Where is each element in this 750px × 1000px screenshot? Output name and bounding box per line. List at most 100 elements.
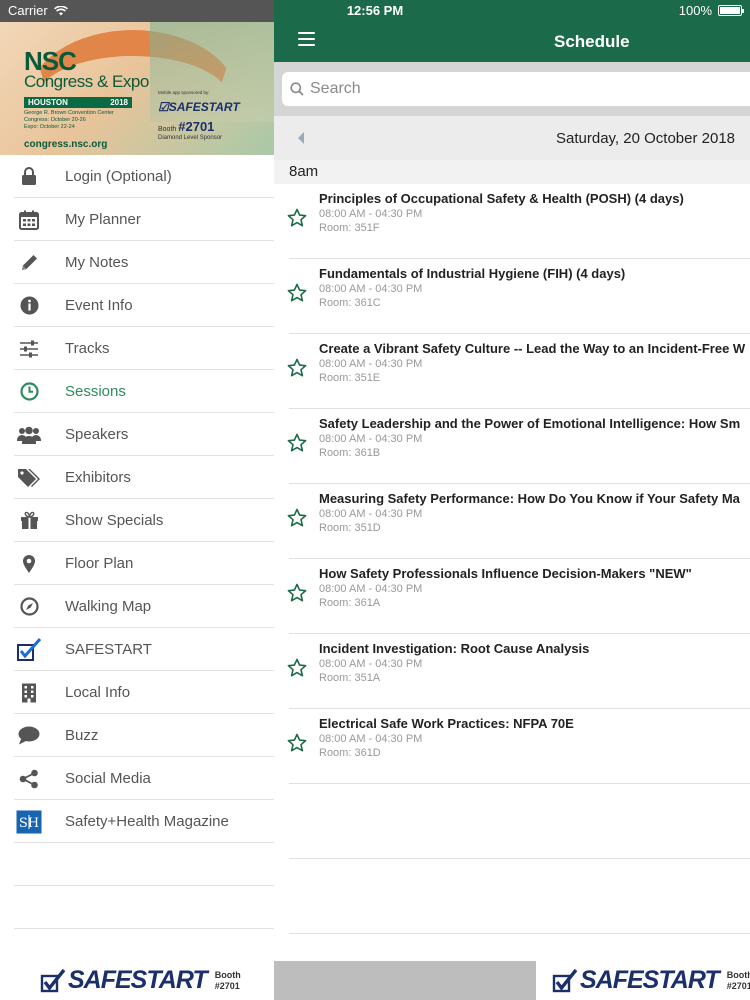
check-box-icon bbox=[40, 968, 66, 992]
menu-empty-row bbox=[0, 843, 274, 886]
session-empty-row bbox=[274, 859, 750, 934]
time-group-header: 8am bbox=[274, 160, 750, 184]
menu-item-login[interactable]: Login (Optional) bbox=[0, 155, 274, 198]
menu-item-tracks[interactable]: Tracks bbox=[0, 327, 274, 370]
menu-item-my-notes[interactable]: My Notes bbox=[0, 241, 274, 284]
battery-icon bbox=[718, 5, 744, 16]
star-icon[interactable] bbox=[287, 283, 307, 303]
session-room: Room: 351F bbox=[319, 222, 380, 234]
clock-icon bbox=[14, 380, 44, 404]
share-icon bbox=[14, 767, 44, 791]
menu-label: My Notes bbox=[65, 254, 129, 271]
menu-item-sessions[interactable]: Sessions bbox=[0, 370, 274, 413]
lock-icon bbox=[14, 165, 44, 189]
footer-grey-strip bbox=[274, 961, 536, 1000]
star-icon[interactable] bbox=[287, 508, 307, 528]
battery-percent: 100% bbox=[678, 3, 712, 18]
search-icon bbox=[290, 82, 304, 96]
banner-booth: Booth #2701 bbox=[158, 119, 215, 134]
footer-booth-label: Booth bbox=[726, 969, 750, 980]
banner-venue-details: George R. Brown Convention Center Congre… bbox=[24, 110, 144, 131]
safestart-check-icon bbox=[14, 637, 44, 662]
menu-item-buzz[interactable]: Buzz bbox=[0, 714, 274, 757]
event-banner[interactable]: NSC Congress & Expo HOUSTON 2018 George … bbox=[0, 22, 274, 155]
sponsor-footer-right[interactable]: SAFESTART Booth #2701 bbox=[552, 961, 750, 1000]
session-row[interactable]: Safety Leadership and the Power of Emoti… bbox=[274, 409, 750, 484]
menu-label: Sessions bbox=[65, 383, 126, 400]
star-icon[interactable] bbox=[287, 208, 307, 228]
star-icon[interactable] bbox=[287, 358, 307, 378]
sponsor-footer-left[interactable]: SAFESTART Booth #2701 bbox=[40, 961, 274, 1000]
banner-sponsor-level: Diamond Level Sponsor bbox=[158, 135, 223, 141]
session-title: Create a Vibrant Safety Culture -- Lead … bbox=[319, 341, 746, 356]
page-title: Schedule bbox=[554, 32, 630, 51]
menu-item-speakers[interactable]: Speakers bbox=[0, 413, 274, 456]
session-row[interactable]: Incident Investigation: Root Cause Analy… bbox=[274, 634, 750, 709]
footer-booth: Booth #2701 bbox=[727, 970, 750, 992]
menu-label: Show Specials bbox=[65, 512, 164, 529]
safestart-logo: SAFESTART bbox=[40, 966, 208, 995]
session-list: Principles of Occupational Safety & Heal… bbox=[274, 184, 750, 934]
menu-item-event-info[interactable]: Event Info bbox=[0, 284, 274, 327]
session-row[interactable]: How Safety Professionals Influence Decis… bbox=[274, 559, 750, 634]
menu-item-local-info[interactable]: Local Info bbox=[0, 671, 274, 714]
search-input[interactable] bbox=[310, 80, 710, 98]
session-row[interactable]: Principles of Occupational Safety & Heal… bbox=[274, 184, 750, 259]
menu-label: Tracks bbox=[65, 340, 110, 357]
session-time: 08:00 AM - 04:30 PM bbox=[319, 508, 423, 520]
star-icon[interactable] bbox=[287, 733, 307, 753]
calendar-icon bbox=[14, 208, 44, 232]
menu-empty-row bbox=[0, 886, 274, 929]
session-title: Safety Leadership and the Power of Emoti… bbox=[319, 416, 741, 431]
session-title: Measuring Safety Performance: How Do You… bbox=[319, 491, 740, 506]
menu-item-floor-plan[interactable]: Floor Plan bbox=[0, 542, 274, 585]
session-room: Room: 361D bbox=[319, 747, 381, 759]
session-row[interactable]: Electrical Safe Work Practices: NFPA 70E… bbox=[274, 709, 750, 784]
menu-label: My Planner bbox=[65, 211, 141, 228]
session-time: 08:00 AM - 04:30 PM bbox=[319, 283, 423, 295]
banner-venue: George R. Brown Convention Center bbox=[24, 110, 114, 116]
banner-booth-number: #2701 bbox=[178, 119, 215, 134]
hamburger-menu-icon[interactable] bbox=[298, 32, 315, 46]
menu-label: Walking Map bbox=[65, 598, 152, 615]
menu-item-exhibitors[interactable]: Exhibitors bbox=[0, 456, 274, 499]
menu-item-walking-map[interactable]: Walking Map bbox=[0, 585, 274, 628]
star-icon[interactable] bbox=[287, 583, 307, 603]
session-title: Electrical Safe Work Practices: NFPA 70E bbox=[319, 716, 574, 731]
search-field[interactable] bbox=[282, 72, 750, 106]
check-mark-icon: ☑ bbox=[158, 100, 169, 114]
banner-congress-title: Congress & Expo bbox=[24, 72, 149, 91]
menu-item-my-planner[interactable]: My Planner bbox=[0, 198, 274, 241]
session-title: Principles of Occupational Safety & Heal… bbox=[319, 191, 684, 206]
check-box-icon bbox=[552, 968, 578, 992]
speech-bubble-icon bbox=[14, 724, 44, 748]
menu-list: Login (Optional) My Planner My Notes Eve… bbox=[0, 155, 274, 929]
session-time: 08:00 AM - 04:30 PM bbox=[319, 358, 423, 370]
menu-item-show-specials[interactable]: Show Specials bbox=[0, 499, 274, 542]
session-row[interactable]: Fundamentals of Industrial Hygiene (FIH)… bbox=[274, 259, 750, 334]
status-right: 100% bbox=[678, 3, 744, 18]
menu-item-social-media[interactable]: Social Media bbox=[0, 757, 274, 800]
side-menu: NSC Congress & Expo HOUSTON 2018 George … bbox=[0, 0, 274, 1000]
menu-item-safestart[interactable]: SAFESTART bbox=[0, 628, 274, 671]
session-row[interactable]: Create a Vibrant Safety Culture -- Lead … bbox=[274, 334, 750, 409]
gift-icon bbox=[14, 509, 44, 533]
star-icon[interactable] bbox=[287, 658, 307, 678]
menu-label: SAFESTART bbox=[65, 641, 152, 658]
session-title: How Safety Professionals Influence Decis… bbox=[319, 566, 692, 581]
building-icon bbox=[14, 681, 44, 705]
previous-day-arrow-icon[interactable] bbox=[298, 132, 304, 144]
menu-label: Social Media bbox=[65, 770, 151, 787]
menu-label: Safety+Health Magazine bbox=[65, 813, 229, 830]
session-room: Room: 351A bbox=[319, 672, 381, 684]
banner-year: 2018 bbox=[110, 98, 128, 107]
date-navigator: Saturday, 20 October 2018 bbox=[274, 116, 750, 160]
star-icon[interactable] bbox=[287, 433, 307, 453]
status-time: 12:56 PM bbox=[346, 3, 404, 18]
banner-url: congress.nsc.org bbox=[24, 139, 108, 150]
session-row[interactable]: Measuring Safety Performance: How Do You… bbox=[274, 484, 750, 559]
safestart-logo: SAFESTART bbox=[552, 966, 720, 995]
session-time: 08:00 AM - 04:30 PM bbox=[319, 733, 423, 745]
menu-item-safety-health-magazine[interactable]: SH Safety+Health Magazine bbox=[0, 800, 274, 843]
menu-label: Login (Optional) bbox=[65, 168, 172, 185]
